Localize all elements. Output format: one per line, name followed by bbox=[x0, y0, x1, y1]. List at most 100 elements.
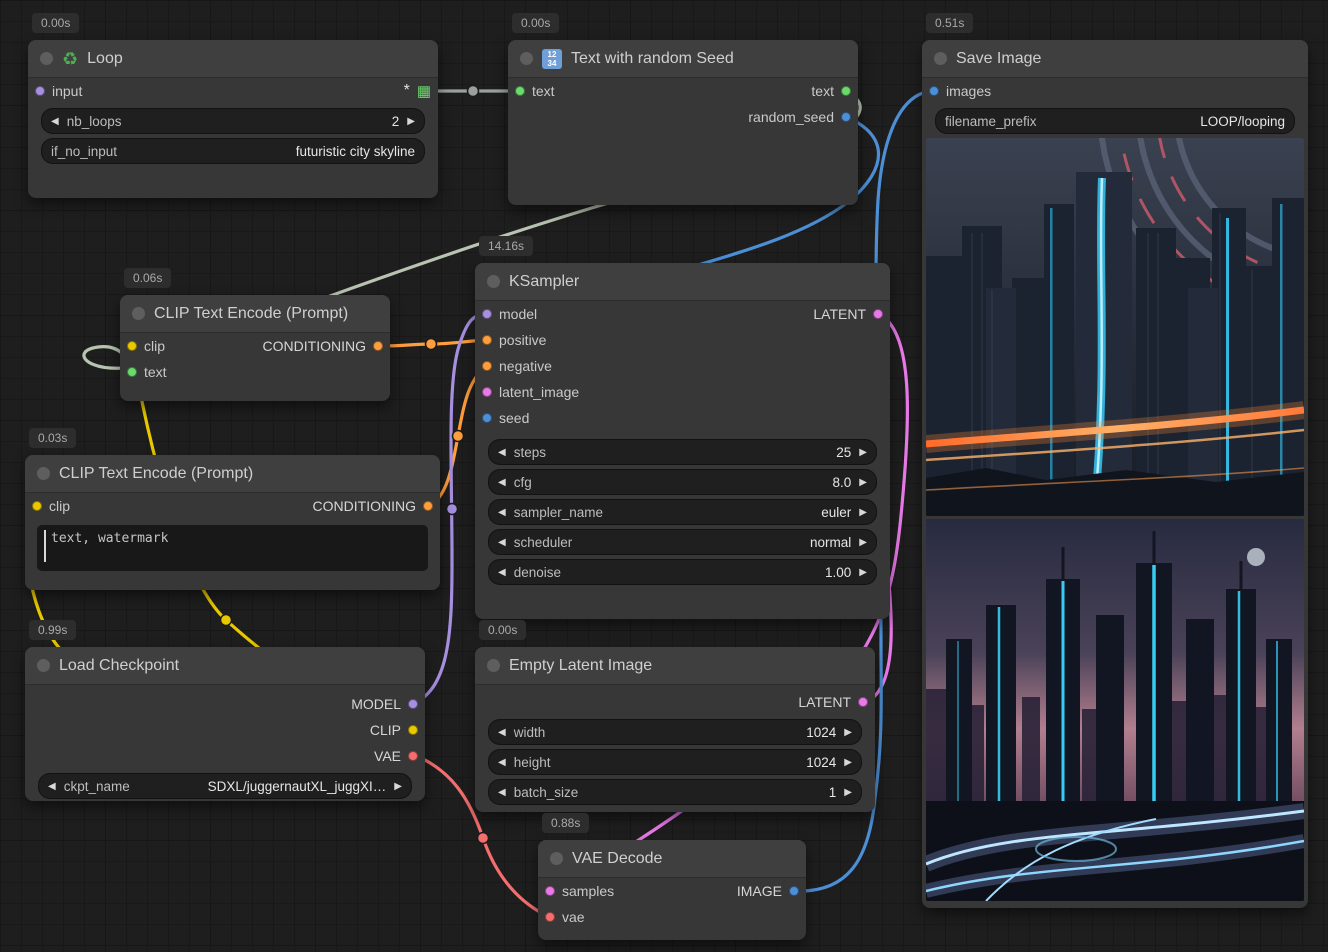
widget-ckpt-name[interactable]: ◀ ckpt_name SDXL/juggernautXL_juggXI… ▶ bbox=[38, 773, 412, 799]
widget-height[interactable]: ◀ height 1024 ▶ bbox=[488, 749, 862, 775]
node-title-bar[interactable]: Load Checkpoint bbox=[25, 647, 425, 685]
input-slot-text[interactable]: text bbox=[127, 364, 167, 380]
input-slot-images[interactable]: images bbox=[929, 83, 991, 99]
node-title-bar[interactable]: CLIP Text Encode (Prompt) bbox=[120, 295, 390, 333]
decrement-arrow-icon[interactable]: ◀ bbox=[498, 787, 506, 798]
collapse-dot[interactable] bbox=[132, 307, 145, 320]
output-dot[interactable] bbox=[408, 725, 418, 735]
input-slot-input[interactable]: input bbox=[35, 83, 82, 99]
widget-batch-size[interactable]: ◀ batch_size 1 ▶ bbox=[488, 779, 862, 805]
input-dot[interactable] bbox=[482, 413, 492, 423]
input-dot[interactable] bbox=[32, 501, 42, 511]
input-slot-samples[interactable]: samples bbox=[545, 883, 614, 899]
input-dot[interactable] bbox=[545, 886, 555, 896]
output-dot[interactable] bbox=[841, 86, 851, 96]
decrement-arrow-icon[interactable]: ◀ bbox=[498, 567, 506, 578]
node-save-image[interactable]: 0.51s Save Image images filename_prefix … bbox=[922, 40, 1308, 908]
decrement-arrow-icon[interactable]: ◀ bbox=[498, 727, 506, 738]
collapse-dot[interactable] bbox=[40, 52, 53, 65]
input-dot[interactable] bbox=[127, 341, 137, 351]
node-clip-text-encode-positive[interactable]: 0.06s CLIP Text Encode (Prompt) clip CON… bbox=[120, 295, 390, 401]
widget-sampler-name[interactable]: ◀ sampler_name euler ▶ bbox=[488, 499, 877, 525]
collapse-dot[interactable] bbox=[37, 659, 50, 672]
decrement-arrow-icon[interactable]: ◀ bbox=[498, 537, 506, 548]
widget-filename-prefix[interactable]: filename_prefix LOOP/looping bbox=[935, 108, 1295, 134]
increment-arrow-icon[interactable]: ▶ bbox=[844, 757, 852, 768]
node-text-with-random-seed[interactable]: 0.00s 12 34 Text with random Seed text t… bbox=[508, 40, 858, 205]
decrement-arrow-icon[interactable]: ◀ bbox=[498, 447, 506, 458]
output-slot-vae[interactable]: VAE bbox=[374, 748, 418, 764]
input-dot[interactable] bbox=[515, 86, 525, 96]
output-dot[interactable] bbox=[789, 886, 799, 896]
node-load-checkpoint[interactable]: 0.99s Load Checkpoint MODEL CLIP VAE ◀ c… bbox=[25, 647, 425, 801]
collapse-dot[interactable] bbox=[934, 52, 947, 65]
increment-arrow-icon[interactable]: ▶ bbox=[844, 787, 852, 798]
output-slot-latent[interactable]: LATENT bbox=[813, 306, 883, 322]
widget-scheduler[interactable]: ◀ scheduler normal ▶ bbox=[488, 529, 877, 555]
widget-width[interactable]: ◀ width 1024 ▶ bbox=[488, 719, 862, 745]
node-ksampler[interactable]: 14.16s KSampler model LATENT positive ne… bbox=[475, 263, 890, 619]
collapse-dot[interactable] bbox=[37, 467, 50, 480]
previous-arrow-icon[interactable]: ◀ bbox=[48, 781, 56, 792]
widget-nb-loops[interactable]: ◀ nb_loops 2 ▶ bbox=[41, 108, 425, 134]
input-dot[interactable] bbox=[482, 309, 492, 319]
widget-cfg[interactable]: ◀ cfg 8.0 ▶ bbox=[488, 469, 877, 495]
output-slot-model[interactable]: MODEL bbox=[351, 696, 418, 712]
increment-arrow-icon[interactable]: ▶ bbox=[844, 727, 852, 738]
input-dot[interactable] bbox=[482, 335, 492, 345]
input-dot[interactable] bbox=[482, 387, 492, 397]
output-dot[interactable] bbox=[858, 697, 868, 707]
input-slot-clip[interactable]: clip bbox=[32, 498, 70, 514]
output-slot-image[interactable]: IMAGE bbox=[737, 883, 799, 899]
widget-denoise[interactable]: ◀ denoise 1.00 ▶ bbox=[488, 559, 877, 585]
input-dot[interactable] bbox=[127, 367, 137, 377]
input-slot-vae[interactable]: vae bbox=[545, 909, 585, 925]
input-slot-seed[interactable]: seed bbox=[482, 410, 529, 426]
collapse-dot[interactable] bbox=[487, 275, 500, 288]
collapse-dot[interactable] bbox=[520, 52, 533, 65]
node-title-bar[interactable]: 12 34 Text with random Seed bbox=[508, 40, 858, 78]
input-slot-clip[interactable]: clip bbox=[127, 338, 165, 354]
collapse-dot[interactable] bbox=[487, 659, 500, 672]
output-dot[interactable] bbox=[408, 751, 418, 761]
increment-arrow-icon[interactable]: ▶ bbox=[859, 447, 867, 458]
increment-arrow-icon[interactable]: ▶ bbox=[859, 567, 867, 578]
increment-arrow-icon[interactable]: ▶ bbox=[859, 507, 867, 518]
output-slot-star[interactable]: * ▦ bbox=[404, 82, 431, 100]
output-slot-clip[interactable]: CLIP bbox=[370, 722, 418, 738]
decrement-arrow-icon[interactable]: ◀ bbox=[498, 477, 506, 488]
output-dot[interactable] bbox=[873, 309, 883, 319]
output-slot-conditioning[interactable]: CONDITIONING bbox=[313, 498, 433, 514]
node-title-bar[interactable]: KSampler bbox=[475, 263, 890, 301]
input-slot-text[interactable]: text bbox=[515, 83, 555, 99]
node-loop[interactable]: 0.00s ♻ Loop input * ▦ ◀ nb_loops 2 ▶ if… bbox=[28, 40, 438, 198]
output-slot-text[interactable]: text bbox=[811, 83, 851, 99]
input-slot-positive[interactable]: positive bbox=[482, 332, 546, 348]
input-slot-latent-image[interactable]: latent_image bbox=[482, 384, 579, 400]
input-dot[interactable] bbox=[482, 361, 492, 371]
widget-steps[interactable]: ◀ steps 25 ▶ bbox=[488, 439, 877, 465]
output-slot-random-seed[interactable]: random_seed bbox=[748, 109, 851, 125]
node-clip-text-encode-negative[interactable]: 0.03s CLIP Text Encode (Prompt) clip CON… bbox=[25, 455, 440, 590]
node-title-bar[interactable]: Empty Latent Image bbox=[475, 647, 875, 685]
node-title-bar[interactable]: CLIP Text Encode (Prompt) bbox=[25, 455, 440, 493]
increment-arrow-icon[interactable]: ▶ bbox=[859, 477, 867, 488]
decrement-arrow-icon[interactable]: ◀ bbox=[498, 507, 506, 518]
output-dot[interactable] bbox=[373, 341, 383, 351]
node-vae-decode[interactable]: 0.88s VAE Decode samples IMAGE vae bbox=[538, 840, 806, 940]
output-dot[interactable] bbox=[423, 501, 433, 511]
output-dot[interactable] bbox=[841, 112, 851, 122]
widget-if-no-input[interactable]: if_no_input futuristic city skyline bbox=[41, 138, 425, 164]
node-title-bar[interactable]: Save Image bbox=[922, 40, 1308, 78]
output-slot-latent[interactable]: LATENT bbox=[798, 694, 868, 710]
graph-canvas[interactable]: { "ui": { "arrow_left": "◀", "arrow_righ… bbox=[0, 0, 1328, 952]
collapse-dot[interactable] bbox=[550, 852, 563, 865]
node-title-bar[interactable]: ♻ Loop bbox=[28, 40, 438, 78]
input-dot[interactable] bbox=[929, 86, 939, 96]
prompt-text-area[interactable]: text, watermark bbox=[37, 525, 428, 571]
input-slot-negative[interactable]: negative bbox=[482, 358, 552, 374]
output-slot-conditioning[interactable]: CONDITIONING bbox=[263, 338, 383, 354]
node-empty-latent-image[interactable]: 0.00s Empty Latent Image LATENT ◀ width … bbox=[475, 647, 875, 812]
input-dot[interactable] bbox=[545, 912, 555, 922]
input-slot-model[interactable]: model bbox=[482, 306, 537, 322]
